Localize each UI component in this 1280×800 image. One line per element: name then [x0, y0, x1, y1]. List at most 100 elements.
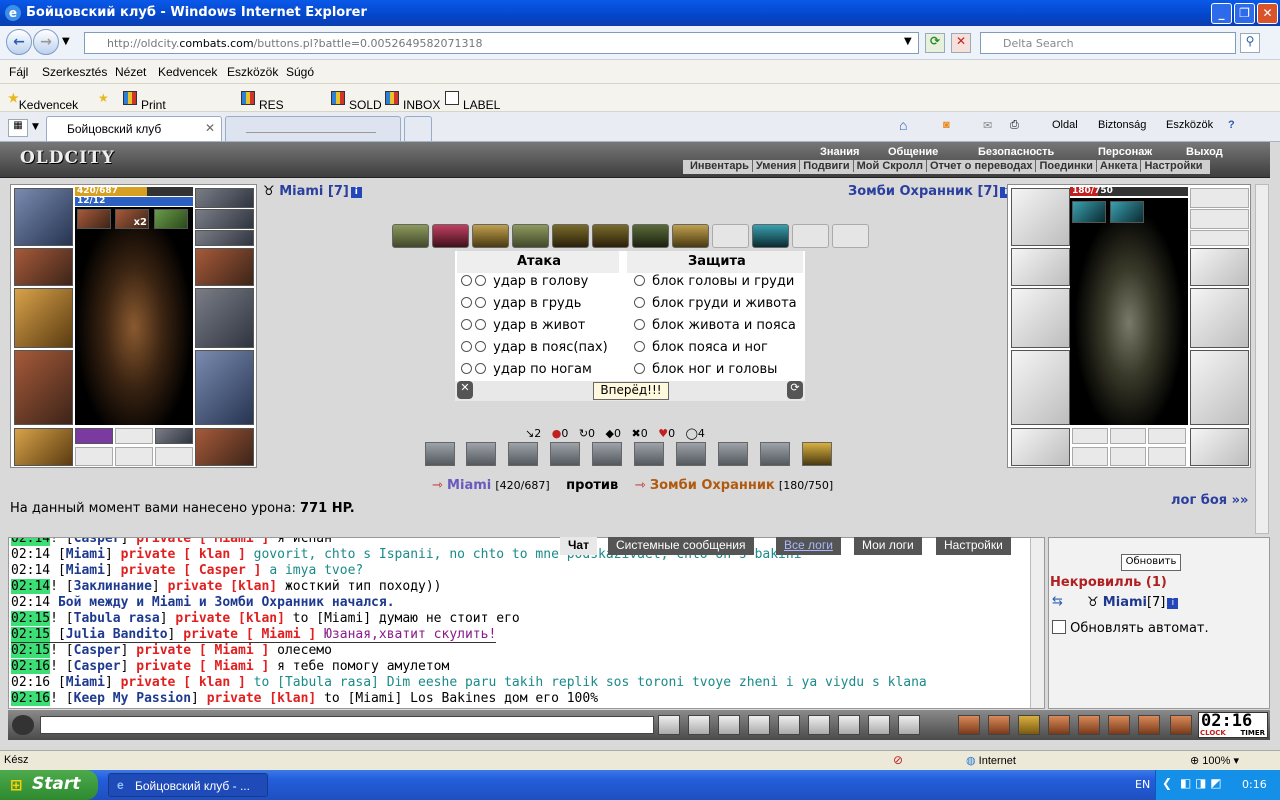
- helmet-slot[interactable]: [14, 188, 73, 246]
- skill-slot-8[interactable]: [672, 224, 709, 248]
- tactic-6[interactable]: [634, 442, 664, 466]
- block-head-chest-row[interactable]: блок головы и груди: [634, 274, 794, 289]
- attack-radio[interactable]: [461, 297, 472, 308]
- enemy-buff-2[interactable]: [1110, 201, 1144, 223]
- skill-slot-11[interactable]: [792, 224, 829, 248]
- enemy-armor-slot[interactable]: [1011, 350, 1070, 425]
- vs-enemy[interactable]: Зомби Охранник: [650, 478, 775, 493]
- buff-slot-3[interactable]: [154, 209, 188, 229]
- nav-character[interactable]: Персонаж: [1098, 146, 1152, 158]
- private-message-icon[interactable]: ⇆: [1052, 594, 1063, 609]
- safety-menu[interactable]: Biztonság: [1098, 119, 1146, 131]
- zoom-level[interactable]: ⊕ 100% ▾: [1190, 754, 1239, 767]
- nav-security[interactable]: Безопасность: [978, 146, 1054, 158]
- nav-settings[interactable]: Настройки: [1141, 160, 1205, 172]
- address-dropdown-icon[interactable]: ▼: [904, 36, 912, 47]
- skill-slot-12[interactable]: [832, 224, 869, 248]
- smiley-icon[interactable]: [868, 715, 890, 735]
- nav-inventory[interactable]: Инвентарь: [687, 160, 753, 172]
- block-legs-head-row[interactable]: блок ног и головы: [634, 362, 777, 377]
- scroll-slot-3[interactable]: [155, 428, 193, 444]
- rune-slot-2[interactable]: [115, 447, 153, 466]
- friends-icon[interactable]: [898, 715, 920, 735]
- enemy-shield-slot[interactable]: [1190, 288, 1249, 348]
- enemy-earring-slot[interactable]: [1190, 188, 1249, 208]
- enemy-rings-slot[interactable]: [1190, 230, 1249, 246]
- search-input[interactable]: Delta Search: [980, 32, 1236, 54]
- rune-slot-3[interactable]: [155, 447, 193, 466]
- fav-link-print-shipping[interactable]: Print Shipping label: [123, 91, 188, 140]
- address-input[interactable]: http://oldcity.combats.com/buttons.pl?ba…: [84, 32, 919, 54]
- enemy-scroll-3[interactable]: [1148, 428, 1186, 444]
- popup-blocked-icon[interactable]: ⊘: [893, 753, 903, 767]
- nav-scroll[interactable]: Мой Скролл: [853, 160, 927, 172]
- offhand-slot[interactable]: [195, 288, 254, 348]
- scroll-slot-1[interactable]: [75, 428, 113, 444]
- maximize-button[interactable]: ❐: [1234, 3, 1255, 24]
- filter-icon[interactable]: [718, 715, 740, 735]
- back-button[interactable]: ←: [6, 29, 32, 55]
- gloves-slot[interactable]: [195, 248, 254, 286]
- nav-skills[interactable]: Умения: [752, 160, 801, 172]
- fav-link-sold[interactable]: SOLD: [331, 91, 382, 112]
- attack-chest-row[interactable]: удар в грудь: [461, 296, 581, 311]
- nav-knowledge[interactable]: Знания: [820, 146, 859, 158]
- enemy-buff-1[interactable]: [1072, 201, 1106, 223]
- tactic-9[interactable]: [760, 442, 790, 466]
- enemy-gloves-slot[interactable]: [1190, 248, 1249, 286]
- rune-slot-1[interactable]: [75, 447, 113, 466]
- tactic-2[interactable]: [466, 442, 496, 466]
- sound-icon[interactable]: [838, 715, 860, 735]
- tab-chat[interactable]: Чат: [560, 537, 597, 555]
- buff-slot-2[interactable]: x2: [115, 209, 149, 229]
- tactic-10[interactable]: [802, 442, 832, 466]
- stop-icon[interactable]: ✕: [951, 33, 971, 53]
- tray-arrow-icon[interactable]: ❮: [1162, 776, 1172, 790]
- quick-action-4-icon[interactable]: [1048, 715, 1070, 735]
- quick-action-3-icon[interactable]: [1018, 715, 1040, 735]
- menu-view[interactable]: Nézet: [115, 65, 146, 79]
- refresh-button[interactable]: Обновить: [1121, 554, 1181, 571]
- skill-slot-6[interactable]: [592, 224, 629, 248]
- page-menu[interactable]: Oldal: [1052, 119, 1078, 131]
- quick-tabs-icon[interactable]: ▦: [8, 119, 28, 137]
- necklace-slot[interactable]: [195, 209, 254, 229]
- info-icon[interactable]: i: [1167, 598, 1179, 609]
- quick-action-5-icon[interactable]: [1078, 715, 1100, 735]
- feeds-icon[interactable]: ◙: [943, 119, 950, 131]
- nav-transfers[interactable]: Отчет о переводах: [926, 160, 1037, 172]
- quick-action-7-icon[interactable]: [1138, 715, 1160, 735]
- tab-chat-settings[interactable]: Настройки: [936, 537, 1011, 555]
- block-belly-waist-row[interactable]: блок живота и пояса: [634, 318, 796, 333]
- rings-slot[interactable]: [195, 230, 254, 246]
- tab-list-icon[interactable]: ▼: [32, 122, 39, 132]
- game-scrollbar[interactable]: [1255, 184, 1269, 534]
- attack-radio[interactable]: [461, 363, 472, 374]
- nav-social[interactable]: Общение: [888, 146, 938, 158]
- attack-radio[interactable]: [475, 363, 486, 374]
- tab-active[interactable]: Бойцовский клуб ✕: [46, 116, 222, 141]
- nav-exit[interactable]: Выход: [1186, 146, 1223, 158]
- tools-menu[interactable]: Eszközök: [1166, 119, 1213, 131]
- tactic-4[interactable]: [550, 442, 580, 466]
- chat-mode-icon[interactable]: [12, 715, 34, 735]
- attack-radio[interactable]: [475, 319, 486, 330]
- scroll-slot-2[interactable]: [115, 428, 153, 444]
- auto-refresh-option[interactable]: Обновлять автомат.: [1052, 620, 1209, 636]
- attack-belly-row[interactable]: удар в живот: [461, 318, 585, 333]
- exit-icon[interactable]: [1170, 715, 1192, 735]
- tactic-5[interactable]: [592, 442, 622, 466]
- skill-slot-5[interactable]: [552, 224, 589, 248]
- chat-input[interactable]: [40, 716, 654, 734]
- skill-slot-10[interactable]: [752, 224, 789, 248]
- belt-slot[interactable]: [14, 428, 73, 466]
- nav-battles[interactable]: Поединки: [1036, 160, 1097, 172]
- tab-second[interactable]: [225, 116, 401, 141]
- enemy-weapon-slot[interactable]: [1011, 288, 1070, 348]
- forward-button[interactable]: →: [33, 29, 59, 55]
- attack-radio[interactable]: [461, 275, 472, 286]
- minimize-button[interactable]: _: [1211, 3, 1232, 24]
- skill-slot-4[interactable]: [512, 224, 549, 248]
- skill-slot-1[interactable]: [392, 224, 429, 248]
- taskbar-ie-window[interactable]: e Бойцовский клуб - ...: [108, 773, 268, 797]
